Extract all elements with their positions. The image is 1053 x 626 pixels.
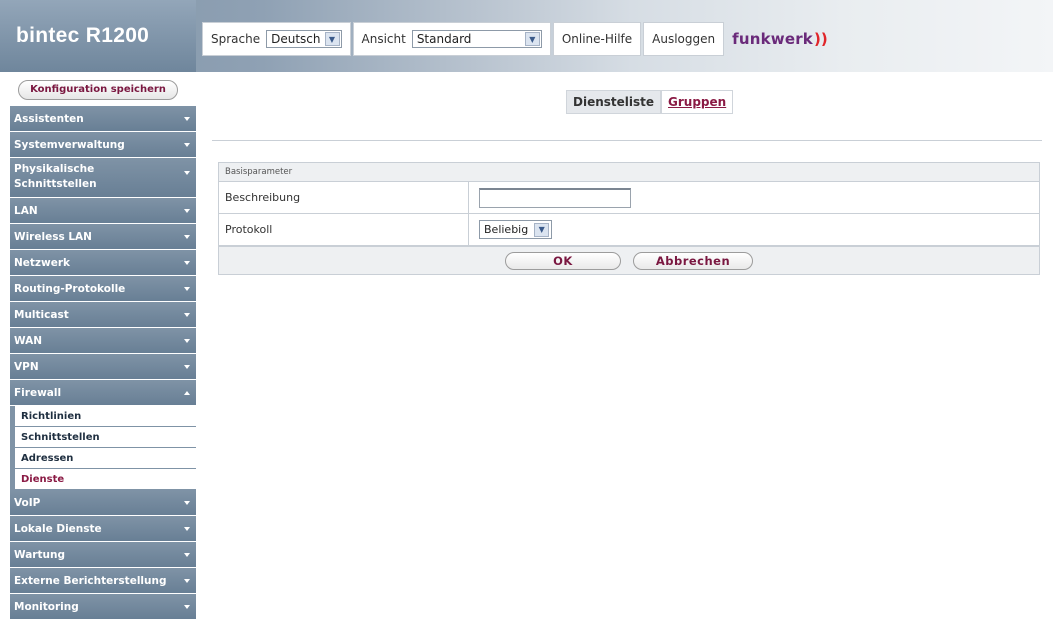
language-box: Sprache Deutsch ▼ [202, 22, 351, 56]
sidebar-item-label: Lokale Dienste [14, 522, 102, 535]
sidebar-item-routing-protokolle[interactable]: Routing-Protokolle [10, 276, 196, 302]
sidebar-item-wartung[interactable]: Wartung [10, 542, 196, 568]
chevron-down-icon [184, 605, 190, 609]
sidebar-subitem-label: Adressen [21, 452, 74, 464]
chevron-down-icon: ▼ [324, 32, 340, 46]
protocol-select-value: Beliebig [484, 223, 529, 236]
ok-button[interactable]: OK [505, 251, 621, 270]
product-name: bintec R1200 [16, 24, 150, 47]
sidebar-item-monitoring[interactable]: Monitoring [10, 594, 196, 620]
chevron-down-icon: ▼ [524, 32, 540, 46]
logo-area: bintec R1200 [0, 0, 196, 72]
sidebar-subitem-schnittstellen[interactable]: Schnittstellen [10, 427, 196, 448]
chevron-down-icon [184, 365, 190, 369]
sidebar-item-label: LAN [14, 204, 38, 217]
language-select[interactable]: Deutsch ▼ [266, 30, 342, 48]
sidebar-item-label: Physikalische Schnittstellen [14, 163, 97, 190]
chevron-down-icon: ▼ [534, 222, 550, 237]
sidebar-item-label: Wireless LAN [14, 230, 92, 243]
tab-gruppen[interactable]: Gruppen [661, 90, 734, 114]
chevron-down-icon [184, 117, 190, 121]
sidebar-item-label: VPN [14, 360, 39, 373]
sidebar-item-label: Multicast [14, 308, 69, 321]
chevron-down-icon [184, 171, 190, 175]
sidebar-item-label: Firewall [14, 386, 62, 399]
description-label: Beschreibung [219, 182, 469, 213]
help-box[interactable]: Online-Hilfe [552, 22, 642, 56]
sidebar-item-voip[interactable]: VoIP [10, 490, 196, 516]
sidebar-item-label: Assistenten [14, 112, 84, 125]
header-toolbar: Sprache Deutsch ▼ Ansicht Standard ▼ Onl… [202, 22, 902, 56]
sidebar-item-label: Wartung [14, 548, 65, 561]
sidebar-item-wireless-lan[interactable]: Wireless LAN [10, 224, 196, 250]
sidebar-item-lokale-dienste[interactable]: Lokale Dienste [10, 516, 196, 542]
sidebar-subitem-label: Richtlinien [21, 410, 82, 422]
chevron-down-icon [184, 579, 190, 583]
sidebar-item-physikalische-schnittstellen[interactable]: Physikalische Schnittstellen [10, 158, 196, 198]
sidebar-item-label: Systemverwaltung [14, 138, 125, 151]
description-input[interactable] [479, 187, 631, 208]
sidebar-item-label: Netzwerk [14, 256, 71, 269]
logout-box[interactable]: Ausloggen [643, 22, 725, 56]
form-footer: OK Abbrechen [219, 246, 1039, 274]
sidebar-item-label: WAN [14, 334, 43, 347]
chevron-down-icon [184, 527, 190, 531]
protocol-label: Protokoll [219, 214, 469, 245]
sidebar-item-assistenten[interactable]: Assistenten [10, 106, 196, 132]
chevron-down-icon [184, 235, 190, 239]
form-row-protocol: Protokoll Beliebig ▼ [219, 214, 1039, 246]
chevron-down-icon [184, 501, 190, 505]
brand-text: funkwerk [732, 30, 813, 48]
sidebar-item-externe-berichterstellung[interactable]: Externe Berichterstellung [10, 568, 196, 594]
view-box: Ansicht Standard ▼ [352, 22, 551, 56]
sidebar-subitem-dienste[interactable]: Dienste [10, 469, 196, 490]
language-label: Sprache [211, 32, 261, 46]
sidebar-subitem-label: Schnittstellen [21, 431, 100, 443]
view-label: Ansicht [361, 32, 406, 46]
sidebar-item-systemverwaltung[interactable]: Systemverwaltung [10, 132, 196, 158]
brand-logo: funkwerk )) [732, 30, 828, 48]
chevron-down-icon [184, 261, 190, 265]
sidebar-item-label: Monitoring [14, 600, 79, 613]
chevron-down-icon [184, 287, 190, 291]
chevron-up-icon [184, 391, 190, 395]
sidebar-item-multicast[interactable]: Multicast [10, 302, 196, 328]
chevron-down-icon [184, 313, 190, 317]
sidebar-item-netzwerk[interactable]: Netzwerk [10, 250, 196, 276]
chevron-down-icon [184, 209, 190, 213]
top-header: bintec R1200 Sprache Deutsch ▼ Ansicht S… [0, 0, 1053, 72]
sidebar-item-firewall[interactable]: Firewall [10, 380, 196, 406]
service-form: Basisparameter Beschreibung Protokoll Be… [218, 162, 1040, 275]
sidebar-item-lan[interactable]: LAN [10, 198, 196, 224]
sidebar-item-vpn[interactable]: VPN [10, 354, 196, 380]
chevron-down-icon [184, 339, 190, 343]
sidebar-item-label: VoIP [14, 496, 41, 509]
wifi-waves-icon: )) [814, 30, 828, 48]
form-row-description: Beschreibung [219, 182, 1039, 214]
sidebar-nav: Konfiguration speichern Assistenten Syst… [10, 80, 196, 620]
protocol-select[interactable]: Beliebig ▼ [479, 220, 553, 239]
chevron-down-icon [184, 143, 190, 147]
view-select-value: Standard [416, 32, 472, 46]
sidebar-item-label: Routing-Protokolle [14, 282, 126, 295]
sidebar-subitem-label: Dienste [21, 473, 65, 485]
divider [212, 140, 1042, 141]
sidebar-subitem-adressen[interactable]: Adressen [10, 448, 196, 469]
save-configuration-button[interactable]: Konfiguration speichern [18, 80, 178, 100]
section-title: Basisparameter [219, 163, 1039, 182]
tab-diensteliste[interactable]: Diensteliste [566, 90, 662, 114]
sidebar-item-label: Externe Berichterstellung [14, 574, 167, 587]
chevron-down-icon [184, 553, 190, 557]
sidebar-item-wan[interactable]: WAN [10, 328, 196, 354]
tab-bar: Diensteliste Gruppen [566, 90, 734, 114]
online-help-link[interactable]: Online-Hilfe [562, 32, 632, 46]
cancel-button[interactable]: Abbrechen [633, 251, 753, 270]
language-select-value: Deutsch [271, 32, 321, 46]
view-select[interactable]: Standard ▼ [411, 30, 542, 48]
sidebar-subitem-richtlinien[interactable]: Richtlinien [10, 406, 196, 427]
logout-link[interactable]: Ausloggen [652, 32, 715, 46]
